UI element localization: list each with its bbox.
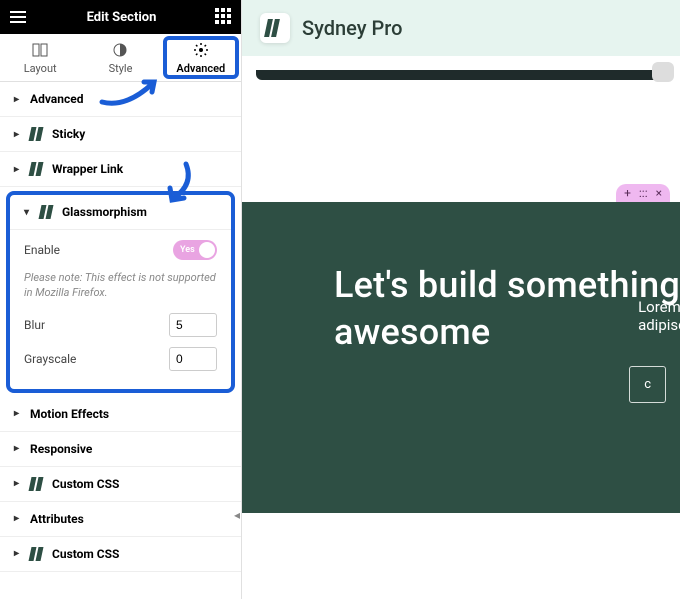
brand-mini-icon — [29, 547, 46, 561]
hero-heading: Let's build something awesome — [334, 262, 680, 356]
chevron-down-icon: ▾ — [24, 207, 32, 218]
grayscale-label: Grayscale — [24, 352, 76, 366]
panel-header: Edit Section — [0, 0, 241, 34]
chevron-right-icon: ▸ — [14, 513, 22, 524]
brand-mini-icon — [29, 127, 46, 141]
panel-title: Edit Section — [87, 10, 157, 25]
chevron-right-icon: ▸ — [14, 478, 22, 489]
apps-icon[interactable] — [215, 8, 233, 26]
annotation-arrow-2 — [160, 158, 200, 208]
brand-mini-icon — [39, 205, 56, 219]
acc-label: Advanced — [30, 92, 83, 106]
hero-text-line2: adipisc — [638, 316, 680, 334]
acc-label: Motion Effects — [30, 407, 109, 421]
tab-label: Advanced — [176, 62, 225, 75]
acc-custom-css-2[interactable]: ▸ Custom CSS — [0, 537, 241, 572]
brand-icon — [264, 19, 286, 37]
preview-canvas: Sydney Pro + ::: × Let's build something… — [242, 0, 680, 599]
acc-label: Responsive — [30, 442, 92, 456]
annotation-arrow-1 — [96, 72, 166, 112]
acc-custom-css[interactable]: ▸ Custom CSS — [0, 467, 241, 502]
section-toolbar: + ::: × — [616, 184, 670, 202]
layout-icon — [32, 42, 48, 58]
accordion-list: ▸ Advanced ▸ Sticky ▸ Wrapper Link ▾ Gla… — [0, 82, 241, 599]
chevron-right-icon: ▸ — [14, 408, 22, 419]
cta-button[interactable]: c — [629, 366, 666, 403]
tab-label: Layout — [24, 62, 57, 75]
blur-input[interactable] — [169, 313, 217, 337]
chevron-right-icon: ▸ — [14, 548, 22, 559]
acc-sticky[interactable]: ▸ Sticky — [0, 117, 241, 152]
site-header: Sydney Pro — [242, 0, 680, 56]
acc-label: Wrapper Link — [52, 162, 123, 176]
hero-text-line1: Lorem — [638, 298, 680, 316]
gear-icon — [193, 42, 209, 58]
enable-label: Enable — [24, 243, 60, 257]
toggle-state: Yes — [180, 245, 195, 255]
blur-label: Blur — [24, 318, 45, 332]
tab-layout[interactable]: Layout — [0, 34, 80, 81]
panel-resize-handle[interactable]: ◂ — [234, 508, 240, 522]
acc-label: Custom CSS — [52, 547, 119, 561]
enable-toggle[interactable]: Yes — [173, 240, 217, 260]
chevron-right-icon: ▸ — [14, 164, 22, 175]
chevron-right-icon: ▸ — [14, 129, 22, 140]
acc-label: Sticky — [52, 127, 85, 141]
brand-name: Sydney Pro — [302, 16, 402, 40]
acc-attributes[interactable]: ▸ Attributes — [0, 502, 241, 537]
acc-label: Attributes — [30, 512, 84, 526]
acc-wrapper-link[interactable]: ▸ Wrapper Link — [0, 152, 241, 187]
drag-handle-icon[interactable]: ::: — [639, 186, 648, 200]
glass-controls: Enable Yes Please note: This effect is n… — [10, 230, 231, 385]
brand-logo[interactable] — [260, 13, 290, 43]
chevron-right-icon: ▸ — [14, 443, 22, 454]
close-section-button[interactable]: × — [656, 186, 662, 200]
acc-motion-effects[interactable]: ▸ Motion Effects — [0, 397, 241, 432]
toggle-knob — [199, 242, 215, 258]
support-note: Please note: This effect is not supporte… — [24, 270, 217, 301]
contrast-icon — [112, 42, 128, 58]
grayscale-input[interactable] — [169, 347, 217, 371]
hero-text: Lorem adipisc — [638, 298, 680, 334]
menu-icon[interactable] — [8, 7, 28, 27]
chevron-right-icon: ▸ — [14, 94, 22, 105]
tab-advanced[interactable]: Advanced — [161, 34, 241, 81]
scroll-chip[interactable] — [652, 62, 674, 82]
add-section-button[interactable]: + — [624, 186, 631, 200]
highlight-glassmorphism: ▾ Glassmorphism Enable Yes Please note: … — [6, 191, 235, 393]
acc-label: Glassmorphism — [62, 205, 147, 219]
hero-section[interactable]: Let's build something awesome Lorem adip… — [242, 202, 680, 513]
acc-label: Custom CSS — [52, 477, 119, 491]
brand-mini-icon — [29, 477, 46, 491]
hero-image-strip — [256, 70, 666, 80]
brand-mini-icon — [29, 162, 46, 176]
acc-responsive[interactable]: ▸ Responsive — [0, 432, 241, 467]
